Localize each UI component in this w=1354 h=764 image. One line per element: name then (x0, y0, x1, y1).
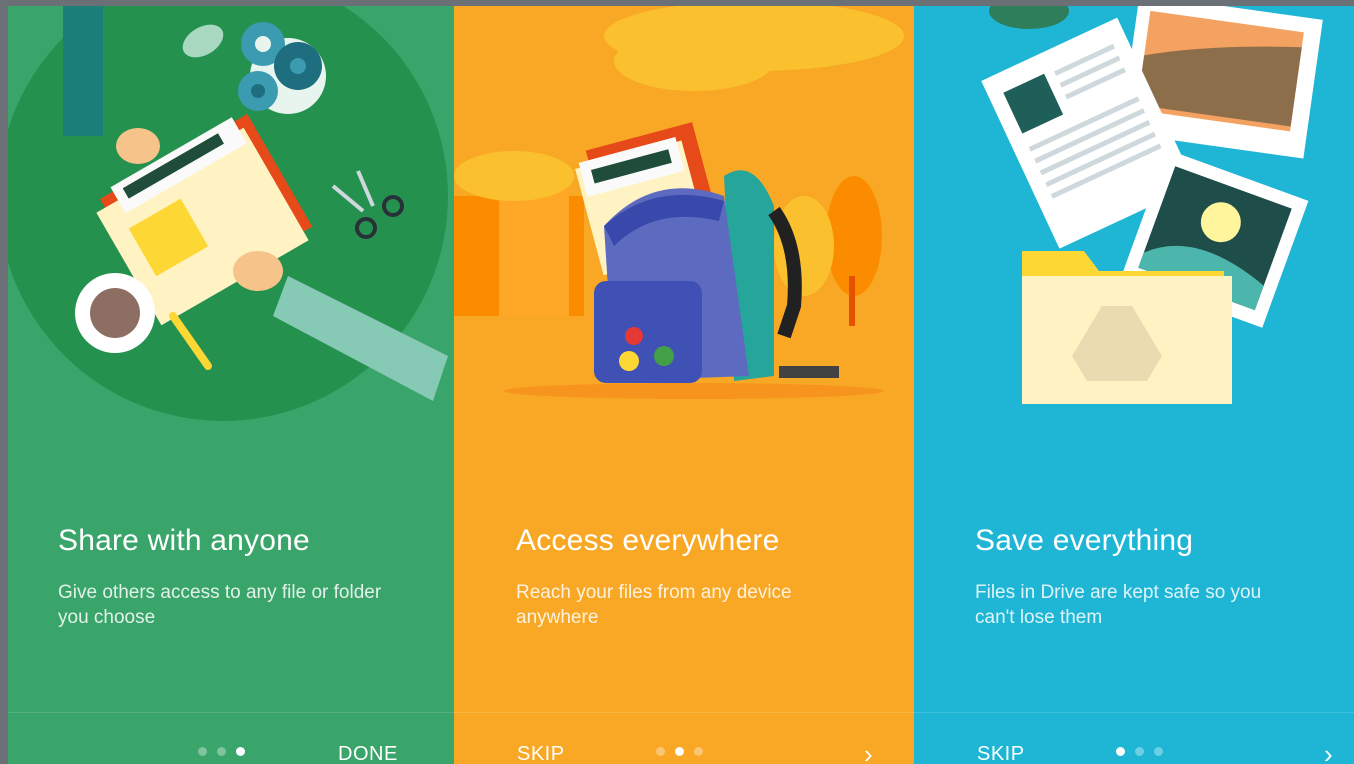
onboarding-panel-save: Save everything Files in Drive are kept … (914, 6, 1354, 764)
page-dot (694, 747, 703, 756)
page-dot-active (675, 747, 684, 756)
page-dot (217, 747, 226, 756)
page-dot (198, 747, 207, 756)
page-indicator (1116, 747, 1163, 756)
done-button[interactable]: DONE (338, 743, 398, 764)
chevron-right-icon[interactable]: › (1324, 739, 1333, 764)
page-indicator (198, 747, 245, 756)
panel-description: Reach your files from any device anywher… (516, 582, 792, 628)
share-illustration (8, 6, 448, 421)
panel-title: Share with anyone (58, 524, 310, 557)
backpack-illustration (454, 6, 904, 399)
panel-description: Give others access to any file or folder… (58, 582, 382, 628)
panel-footer: DONE (8, 712, 454, 764)
page-dot (1135, 747, 1144, 756)
panel-title: Save everything (975, 524, 1194, 557)
drive-folder-illustration (981, 6, 1323, 404)
panel-footer: SKIP › (914, 712, 1354, 764)
page-indicator (656, 747, 703, 756)
panel-description: Files in Drive are kept safe so you can'… (975, 582, 1262, 628)
page-dot-active (1116, 747, 1125, 756)
page-dot (656, 747, 665, 756)
onboarding-panel-share: Share with anyone Give others access to … (8, 6, 454, 764)
onboarding-panel-access: Access everywhere Reach your files from … (454, 6, 914, 764)
panel-footer: SKIP › (454, 712, 914, 764)
page-dot (1154, 747, 1163, 756)
page-dot-active (236, 747, 245, 756)
chevron-right-icon[interactable]: › (864, 739, 873, 764)
skip-button[interactable]: SKIP (517, 743, 565, 764)
panel-title: Access everywhere (516, 524, 780, 557)
skip-button[interactable]: SKIP (977, 743, 1025, 764)
